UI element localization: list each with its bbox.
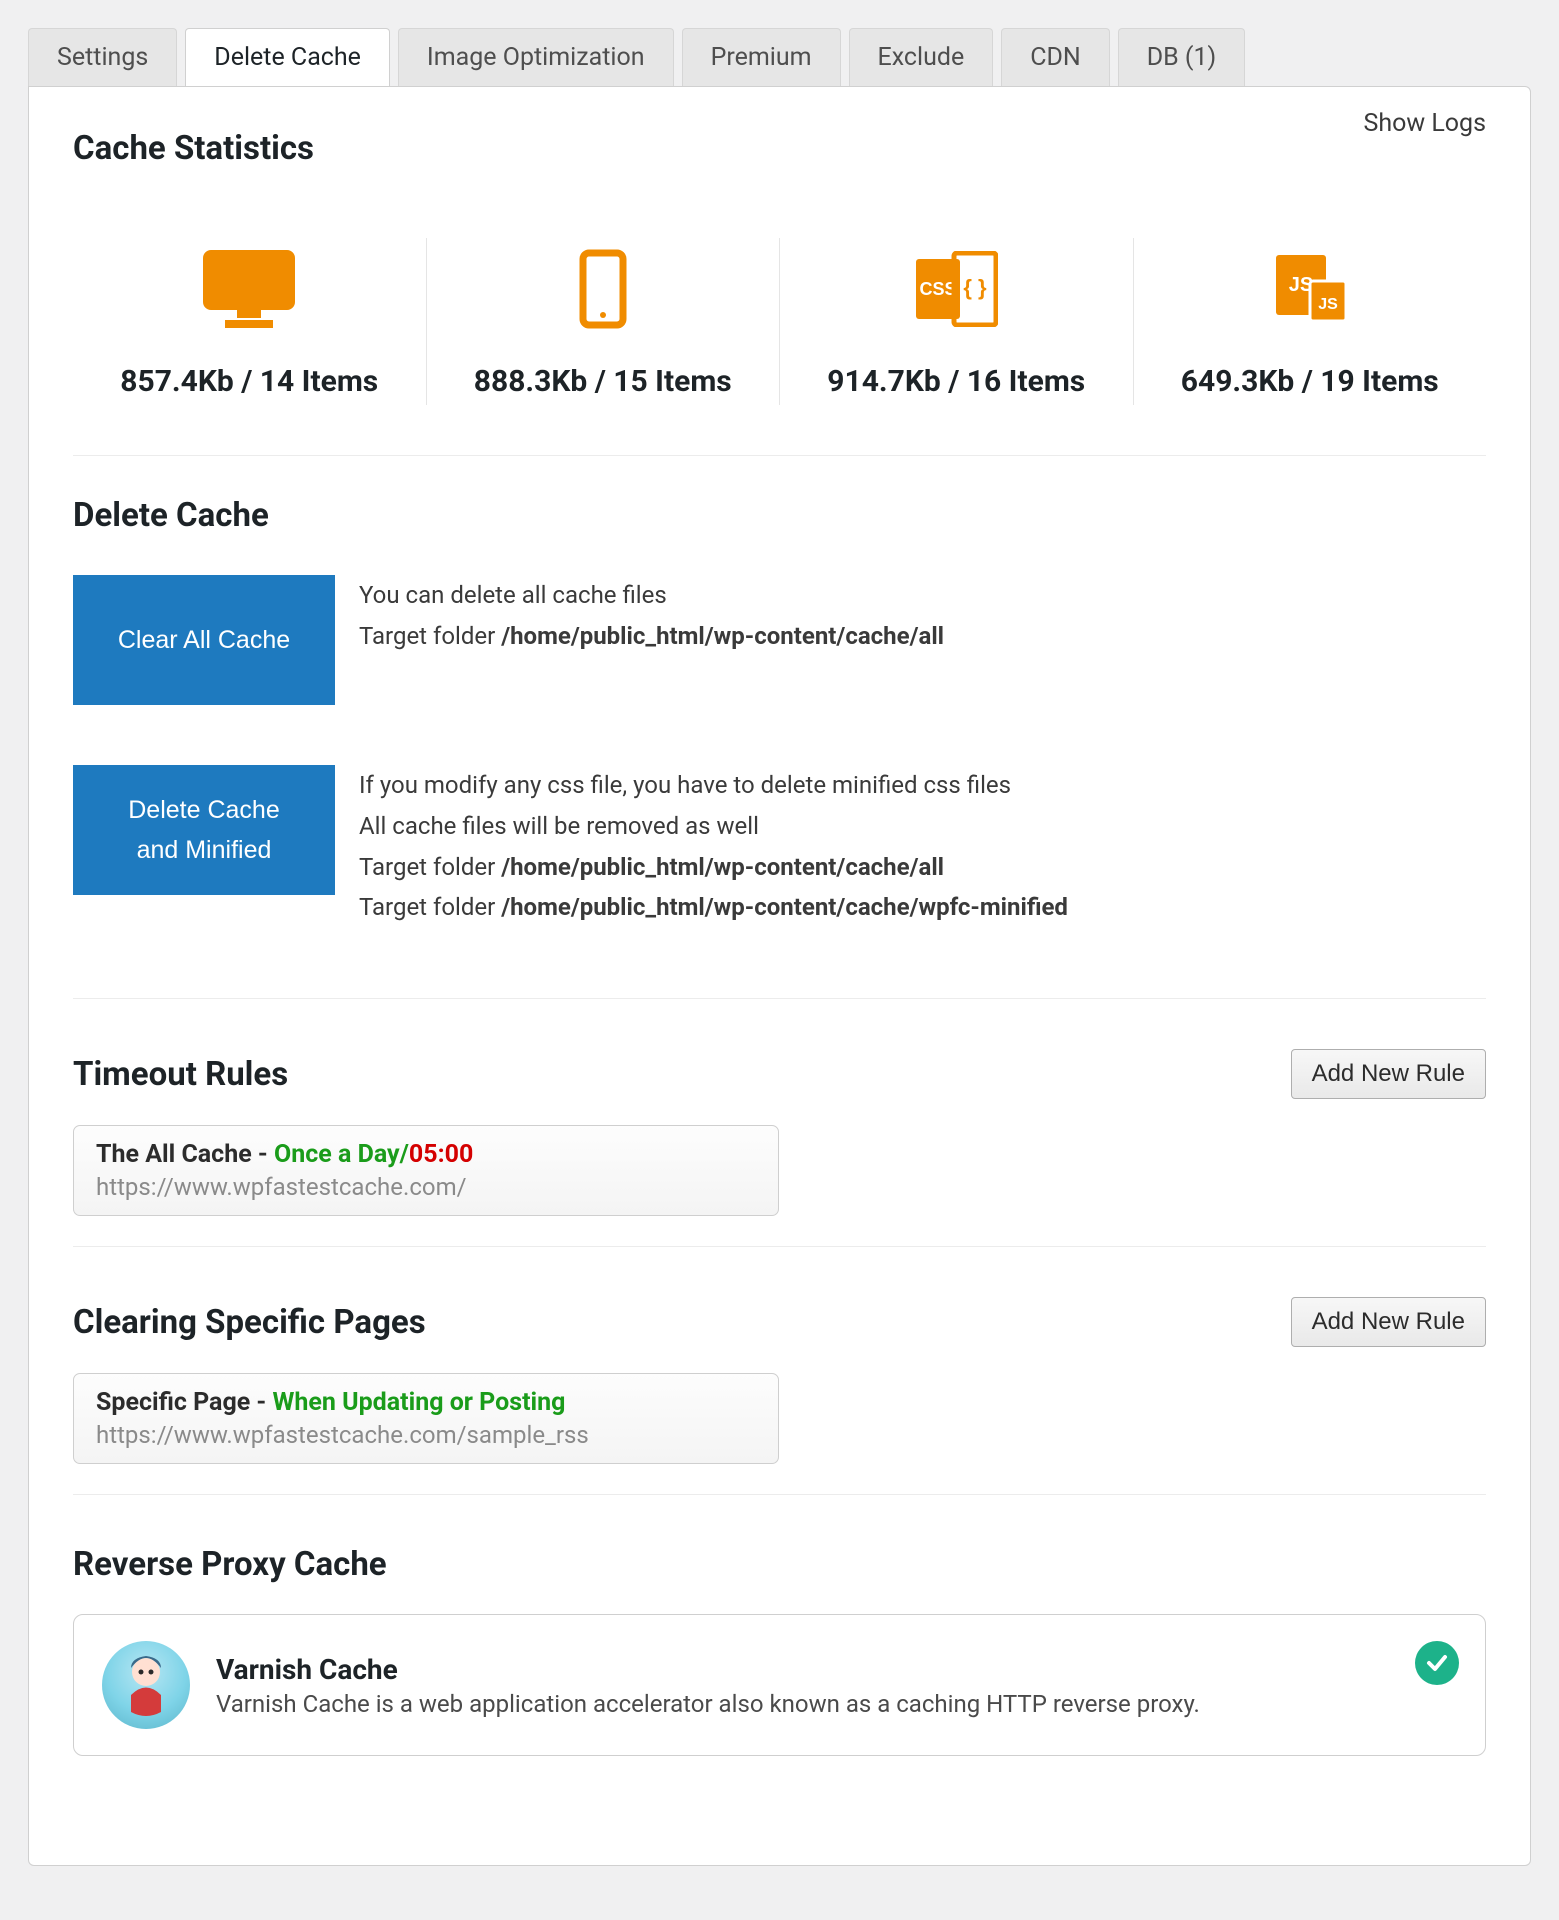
- stat-js-value: 649.3Kb / 19 Items: [1181, 364, 1439, 399]
- css-icon: CSS { }: [914, 244, 998, 334]
- tab-image-optimization[interactable]: Image Optimization: [398, 28, 674, 86]
- tab-bar: Settings Delete Cache Image Optimization…: [28, 28, 1531, 86]
- add-new-rule-button-timeout[interactable]: Add New Rule: [1291, 1049, 1486, 1099]
- varnish-cache-card[interactable]: Varnish Cache Varnish Cache is a web app…: [73, 1614, 1486, 1756]
- check-circle-icon: [1415, 1641, 1459, 1685]
- stat-css: CSS { } 914.7Kb / 16 Items: [780, 238, 1134, 405]
- clear-all-desc-line1: You can delete all cache files: [359, 575, 944, 616]
- delete-cache-and-minified-button[interactable]: Delete Cacheand Minified: [73, 765, 335, 895]
- tab-panel-delete-cache: Show Logs Cache Statistics 857.4Kb / 14 …: [28, 86, 1531, 1866]
- tab-delete-cache[interactable]: Delete Cache: [185, 28, 390, 86]
- show-logs-link[interactable]: Show Logs: [1363, 109, 1486, 138]
- varnish-text: Varnish Cache Varnish Cache is a web app…: [216, 1653, 1200, 1718]
- js-icon: JS JS: [1270, 244, 1350, 334]
- divider: [73, 1494, 1486, 1495]
- clear-all-row: Clear All Cache You can delete all cache…: [73, 575, 1486, 705]
- mobile-icon: [579, 244, 627, 334]
- clear-all-cache-button[interactable]: Clear All Cache: [73, 575, 335, 705]
- timeout-rule-item[interactable]: The All Cache - Once a Day/05:00 https:/…: [73, 1125, 779, 1216]
- timeout-rules-header: Timeout Rules Add New Rule: [73, 1049, 1486, 1099]
- delete-minified-row: Delete Cacheand Minified If you modify a…: [73, 765, 1486, 928]
- section-title-delete-cache: Delete Cache: [73, 496, 1486, 535]
- section-title-clearing-pages: Clearing Specific Pages: [73, 1303, 426, 1342]
- section-title-cache-statistics: Cache Statistics: [73, 129, 1486, 168]
- add-new-rule-button-clearing[interactable]: Add New Rule: [1291, 1297, 1486, 1347]
- clearing-rule-url: https://www.wpfastestcache.com/sample_rs…: [96, 1421, 756, 1449]
- desktop-icon: [203, 244, 295, 334]
- divider: [73, 455, 1486, 456]
- stat-css-value: 914.7Kb / 16 Items: [827, 364, 1085, 399]
- clear-all-description: You can delete all cache files Target fo…: [359, 575, 944, 657]
- divider: [73, 998, 1486, 999]
- delete-minified-desc-line1: If you modify any css file, you have to …: [359, 765, 1068, 806]
- tab-premium[interactable]: Premium: [682, 28, 841, 86]
- delete-minified-desc-path1: Target folder /home/public_html/wp-conte…: [359, 847, 1068, 888]
- clearing-rule-item[interactable]: Specific Page - When Updating or Posting…: [73, 1373, 779, 1464]
- clearing-pages-header: Clearing Specific Pages Add New Rule: [73, 1297, 1486, 1347]
- tab-db[interactable]: DB (1): [1118, 28, 1246, 86]
- varnish-avatar-icon: [102, 1641, 190, 1729]
- stat-mobile: 888.3Kb / 15 Items: [427, 238, 781, 405]
- delete-minified-desc-line2: All cache files will be removed as well: [359, 806, 1068, 847]
- varnish-name: Varnish Cache: [216, 1653, 1200, 1686]
- stat-desktop: 857.4Kb / 14 Items: [73, 238, 427, 405]
- svg-text:{ }: { }: [964, 275, 988, 300]
- svg-text:JS: JS: [1318, 296, 1338, 313]
- delete-minified-description: If you modify any css file, you have to …: [359, 765, 1068, 928]
- svg-text:CSS: CSS: [920, 279, 957, 299]
- delete-minified-desc-path2: Target folder /home/public_html/wp-conte…: [359, 887, 1068, 928]
- varnish-description: Varnish Cache is a web application accel…: [216, 1690, 1200, 1718]
- stat-mobile-value: 888.3Kb / 15 Items: [474, 364, 732, 399]
- clear-all-desc-path: Target folder /home/public_html/wp-conte…: [359, 616, 944, 657]
- tab-cdn[interactable]: CDN: [1001, 28, 1110, 86]
- stat-desktop-value: 857.4Kb / 14 Items: [120, 364, 378, 399]
- tab-exclude[interactable]: Exclude: [849, 28, 994, 86]
- stat-js: JS JS 649.3Kb / 19 Items: [1134, 238, 1487, 405]
- tab-settings[interactable]: Settings: [28, 28, 177, 86]
- section-title-timeout-rules: Timeout Rules: [73, 1055, 288, 1094]
- timeout-rule-title: The All Cache - Once a Day/05:00: [96, 1140, 756, 1169]
- cache-stats-row: 857.4Kb / 14 Items 888.3Kb / 15 Items CS…: [73, 238, 1486, 405]
- divider: [73, 1246, 1486, 1247]
- timeout-rule-url: https://www.wpfastestcache.com/: [96, 1173, 756, 1201]
- clearing-rule-title: Specific Page - When Updating or Posting: [96, 1388, 756, 1417]
- section-title-reverse-proxy: Reverse Proxy Cache: [73, 1545, 1486, 1584]
